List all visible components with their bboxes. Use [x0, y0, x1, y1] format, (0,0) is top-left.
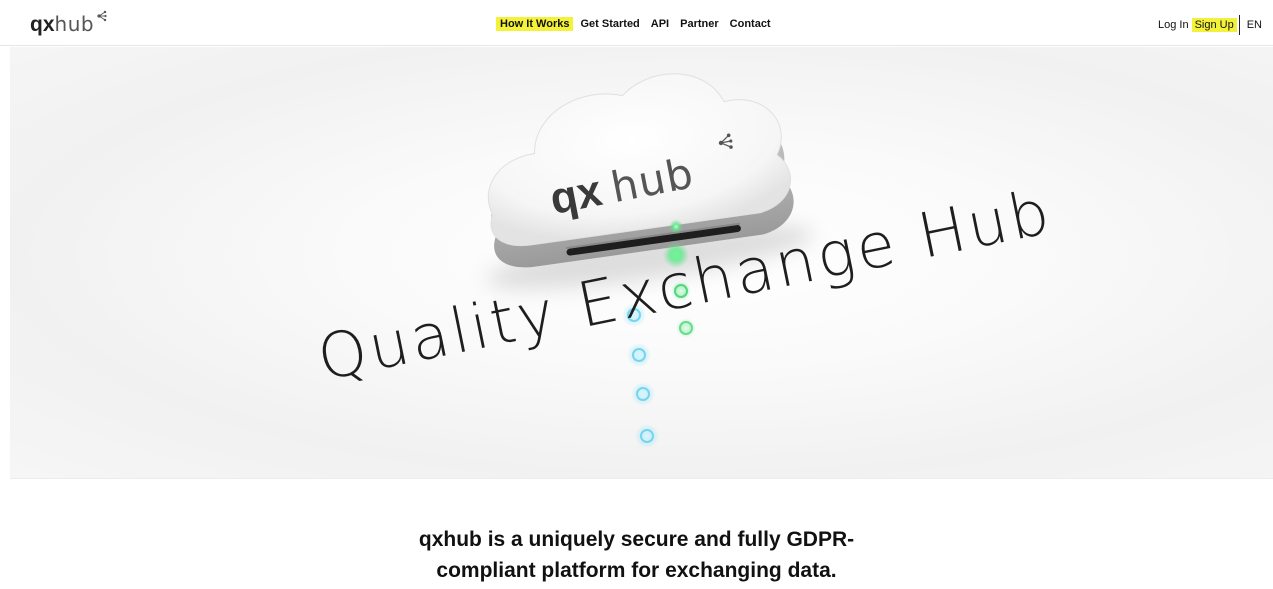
site-header: qx hub How It Works Get Started API Partn… — [0, 0, 1273, 46]
main-nav: How It Works Get Started API Partner Con… — [496, 17, 778, 31]
logo-bold-text: qx — [30, 13, 55, 36]
nav-how-it-works[interactable]: How It Works — [496, 17, 574, 31]
nav-get-started[interactable]: Get Started — [576, 17, 643, 31]
signup-link[interactable]: Sign Up — [1191, 18, 1237, 32]
logo-light-text: hub — [54, 12, 95, 36]
nav-partner[interactable]: Partner — [676, 17, 723, 31]
tagline-line-1: qxhub is a uniquely secure and fully GDP… — [418, 528, 855, 551]
tagline: qxhub is a uniquely secure and fully GDP… — [0, 524, 1273, 586]
nav-api[interactable]: API — [647, 17, 673, 31]
tagline-line-2: compliant platform for exchanging data. — [436, 559, 837, 582]
divider — [1238, 15, 1240, 35]
cloud-logo-bold: qx — [546, 166, 606, 224]
hero-banner: qx hub Quality Exchange Hub — [10, 47, 1273, 479]
logo[interactable]: qx hub — [30, 10, 107, 36]
nav-contact[interactable]: Contact — [726, 17, 775, 31]
login-link[interactable]: Log In — [1155, 18, 1192, 32]
account-nav: Log In Sign Up EN — [1155, 15, 1265, 35]
language-selector[interactable]: EN — [1244, 18, 1265, 32]
network-nodes-icon — [97, 10, 107, 22]
